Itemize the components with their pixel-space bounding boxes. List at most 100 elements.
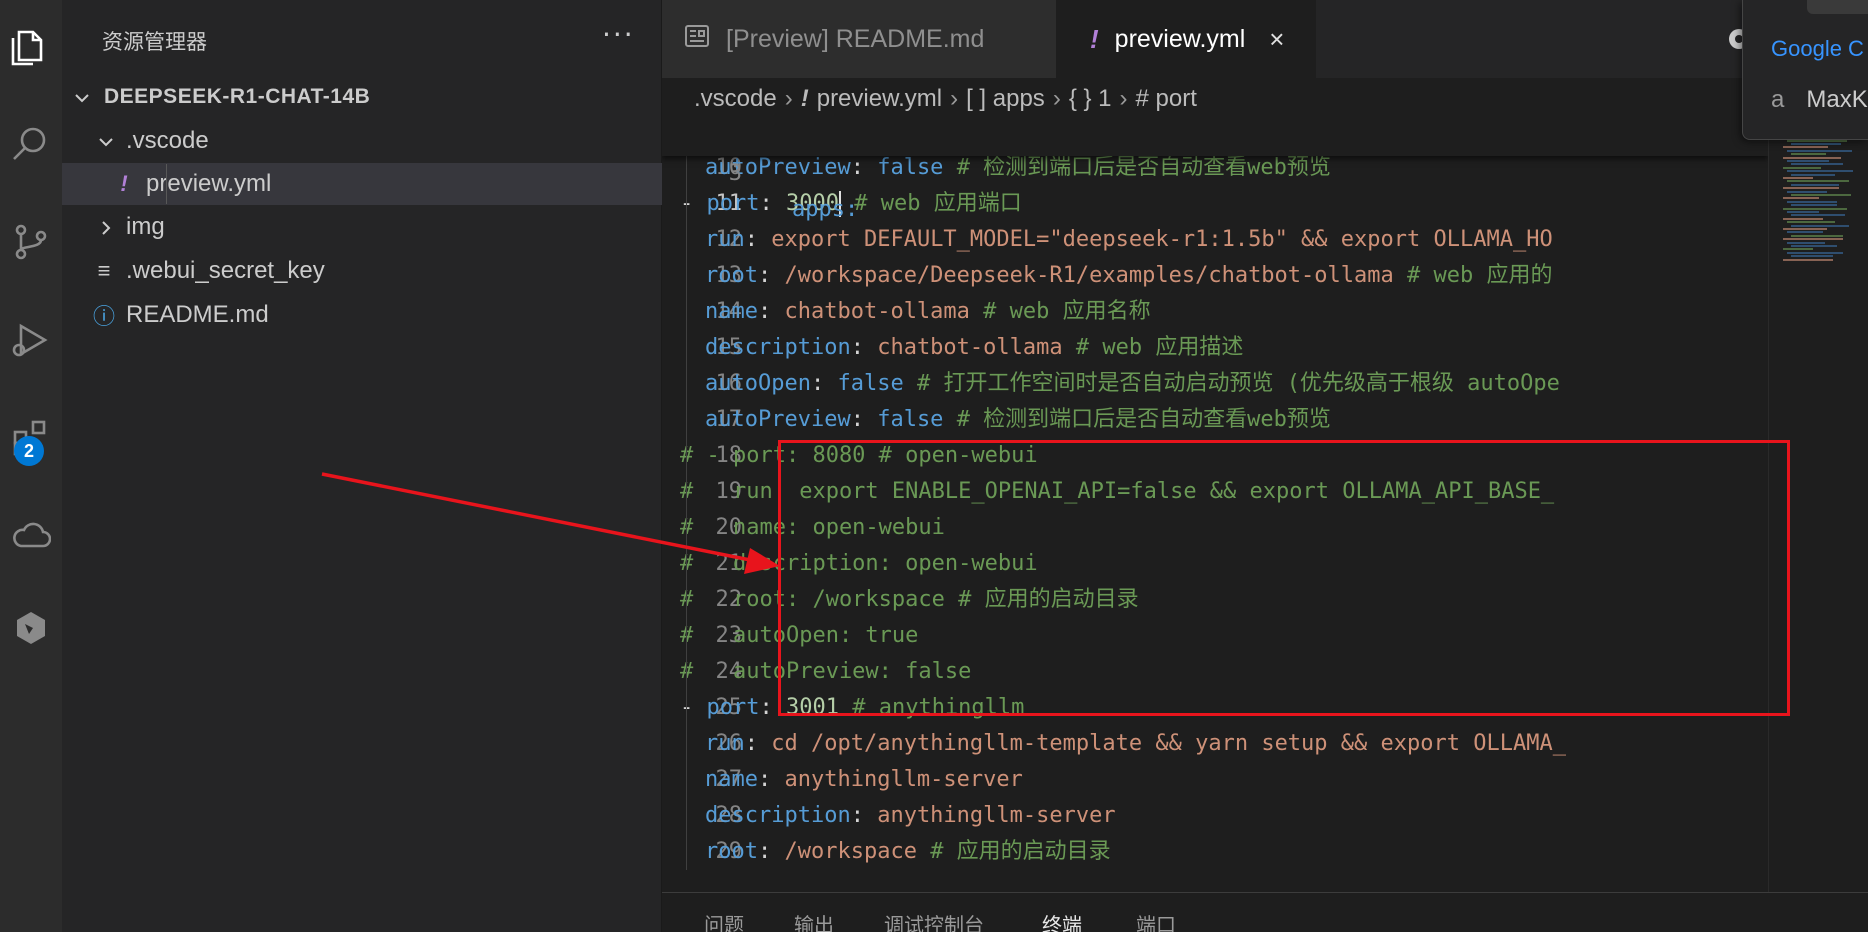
code-text: # autoOpen: true	[680, 618, 918, 654]
code-text: # - port: 8080 # open-webui	[680, 438, 1038, 474]
minimap-line	[1791, 183, 1839, 186]
code-editor[interactable]: 3 apps: 10 autoPreview: false # 检测到端口后是否自…	[662, 120, 1768, 892]
tab-preview-yml[interactable]: ! preview.yml ×	[1056, 0, 1316, 78]
yaml-colon: :	[850, 155, 878, 180]
chevron-right-icon: ›	[1052, 85, 1061, 112]
exclamation-icon: !	[1090, 23, 1099, 54]
minimap-line	[1783, 207, 1847, 210]
workspace-root[interactable]: DEEPSEEK-R1-CHAT-14B	[62, 76, 662, 118]
breadcrumb-apps[interactable]: [ ] apps	[966, 85, 1045, 113]
comment-text: # anythingllm	[852, 695, 1025, 720]
code-line: 27 name: anythingllm-server	[662, 762, 1768, 798]
run-debug-icon[interactable]	[0, 312, 62, 368]
more-actions-icon[interactable]: ···	[602, 18, 635, 51]
tree-folder-img[interactable]: img	[62, 206, 662, 248]
sticky-scroll-header[interactable]: 3 apps:	[662, 120, 1768, 222]
yaml-colon: :	[850, 407, 878, 432]
popup-row-prefix: a	[1771, 86, 1785, 113]
tree-file-webui-secret-key[interactable]: ≡ .webui_secret_key	[62, 250, 662, 292]
shield-icon[interactable]	[0, 600, 62, 656]
panel-tab-ports[interactable]: 端口	[1136, 909, 1176, 932]
tree-item-label: README.md	[126, 301, 269, 328]
chevron-right-icon: ›	[950, 85, 959, 112]
breadcrumb-port[interactable]: # port	[1136, 85, 1197, 113]
minimap-line	[1787, 241, 1825, 244]
account-popup: Google C a MaxK	[1742, 0, 1868, 140]
code-text: - port: 3001 # anythingllm	[680, 690, 1024, 726]
explorer-icon[interactable]	[0, 18, 62, 74]
yaml-colon: :	[757, 263, 785, 288]
tree-folder-vscode[interactable]: .vscode	[62, 120, 662, 162]
explorer-sidebar: 资源管理器 ··· DEEPSEEK-R1-CHAT-14B .vscode !…	[62, 0, 662, 932]
breadcrumb-folder[interactable]: .vscode	[694, 85, 777, 113]
lines-icon: ≡	[97, 258, 111, 283]
tab-preview-readme[interactable]: [Preview] README.md	[662, 0, 1056, 78]
yaml-key: autoOpen	[705, 371, 811, 396]
yaml-colon: :	[744, 227, 772, 252]
yaml-value: /workspace	[784, 839, 917, 864]
code-line: 20 # name: open-webui	[662, 510, 1768, 546]
source-control-icon[interactable]	[0, 214, 62, 270]
yaml-value: false	[837, 371, 904, 396]
minimap-line	[1787, 211, 1819, 213]
yaml-value: export DEFAULT_MODEL="deepseek-r1:1.5b" …	[771, 227, 1553, 252]
minimap-line	[1783, 156, 1841, 159]
yaml-key: description	[705, 803, 851, 828]
yaml-value: 3001	[785, 695, 839, 720]
panel-tab-output[interactable]: 输出	[794, 909, 834, 932]
yaml-value: chatbot-ollama	[877, 335, 1063, 360]
yaml-colon: :	[850, 803, 878, 828]
code-line: 21 # description: open-webui	[662, 546, 1768, 582]
panel-tab-terminal[interactable]: 终端	[1042, 909, 1082, 932]
breadcrumb-file[interactable]: preview.yml	[817, 85, 942, 113]
code-line: 16 autoOpen: false # 打开工作空间时是否自动启动预览 (优先级…	[662, 366, 1768, 402]
tab-label: preview.yml	[1114, 24, 1246, 53]
code-line: 24 # autoPreview: false	[662, 654, 1768, 690]
tree-item-label: img	[126, 213, 165, 240]
popup-row[interactable]: a MaxK	[1771, 86, 1868, 114]
popup-link[interactable]: Google C	[1771, 36, 1864, 62]
indent-guide	[166, 164, 167, 204]
close-icon[interactable]: ×	[1269, 24, 1284, 55]
comment-text: # 检测到端口后是否自动查看web预览	[956, 155, 1331, 180]
yaml-value: /workspace/Deepseek-R1/examples/chatbot-…	[784, 263, 1394, 288]
list-dash: -	[680, 695, 707, 720]
panel-tab-problems[interactable]: 问题	[704, 909, 744, 932]
code-text: root: /workspace/Deepseek-R1/examples/ch…	[705, 258, 1553, 294]
code-text: # description: open-webui	[680, 546, 1038, 582]
minimap-line	[1791, 214, 1845, 217]
minimap-line	[1787, 200, 1837, 203]
minimap-line	[1787, 190, 1827, 193]
chevron-down-icon	[72, 87, 92, 107]
minimap-line	[1783, 146, 1828, 149]
comment-text: # - port: 8080 # open-webui	[680, 443, 1038, 468]
code-line: 14 name: chatbot-ollama # web 应用名称	[662, 294, 1768, 330]
yaml-value: chatbot-ollama	[784, 299, 970, 324]
yaml-colon: :	[810, 371, 838, 396]
minimap-line	[1791, 194, 1851, 196]
yaml-key: root	[705, 839, 758, 864]
code-line: 28 description: anythingllm-server	[662, 798, 1768, 834]
bottom-panel: 问题 输出 调试控制台 终端 端口	[662, 892, 1868, 932]
code-line: 15 description: chatbot-ollama # web 应用描述	[662, 330, 1768, 366]
yaml-colon: :	[757, 839, 785, 864]
extensions-badge: 2	[14, 436, 44, 466]
minimap-line	[1791, 245, 1837, 247]
minimap-line	[1783, 166, 1821, 169]
tab-label: [Preview] README.md	[726, 24, 985, 53]
code-text: description: chatbot-ollama # web 应用描述	[705, 330, 1243, 366]
panel-tab-debug-console[interactable]: 调试控制台	[884, 909, 984, 932]
cloud-icon[interactable]	[0, 508, 62, 564]
tree-file-readme[interactable]: ⓘ README.md	[62, 294, 662, 336]
line-number: 3	[728, 161, 742, 186]
code-line: 25- port: 3001 # anythingllm	[662, 690, 1768, 726]
code-text: # autoPreview: false	[680, 654, 971, 690]
minimap[interactable]	[1768, 120, 1868, 892]
chevron-right-icon: ›	[784, 85, 793, 112]
tree-file-preview-yml[interactable]: ! preview.yml	[62, 163, 662, 205]
search-icon[interactable]	[0, 116, 62, 172]
activity-bar: 2	[0, 0, 62, 932]
yaml-value: anythingllm-server	[784, 767, 1023, 792]
explorer-title: 资源管理器	[102, 30, 207, 54]
breadcrumb-object[interactable]: { } 1	[1069, 85, 1112, 113]
